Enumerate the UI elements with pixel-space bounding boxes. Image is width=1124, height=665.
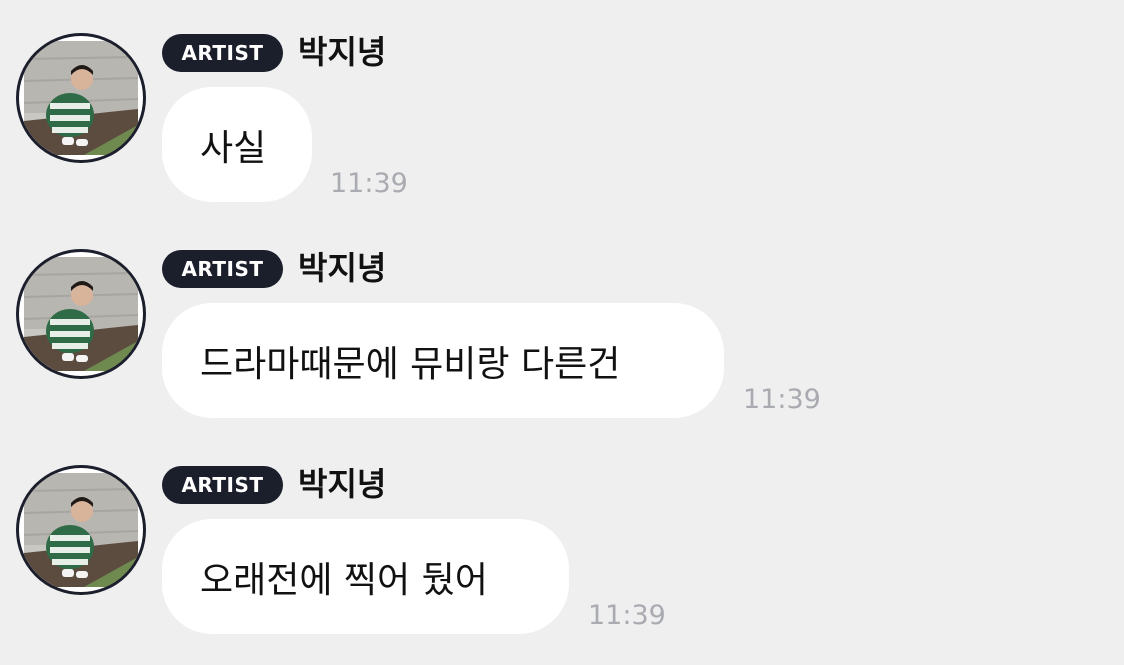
sender-name[interactable]: 박지녕 — [298, 462, 386, 506]
chat-message: ARTIST 박지녕 드라마때문에 뮤비랑 다른건 11:39 — [0, 216, 1124, 418]
chat-message: ARTIST 박지녕 사실 11:39 — [0, 0, 1124, 202]
message-time: 11:39 — [330, 168, 408, 199]
message-bubble[interactable]: 드라마때문에 뮤비랑 다른건 — [162, 303, 724, 418]
sender-name[interactable]: 박지녕 — [298, 30, 386, 74]
sender-name[interactable]: 박지녕 — [298, 246, 386, 290]
avatar[interactable] — [16, 33, 146, 163]
avatar[interactable] — [16, 465, 146, 595]
artist-badge: ARTIST — [162, 250, 283, 288]
avatar-photo-icon — [24, 473, 138, 587]
message-bubble[interactable]: 사실 — [162, 87, 312, 202]
chat-message: ARTIST 박지녕 오래전에 찍어 뒀어 11:39 — [0, 432, 1124, 634]
message-time: 11:39 — [743, 384, 821, 415]
artist-badge: ARTIST — [162, 466, 283, 504]
message-time: 11:39 — [588, 600, 666, 631]
avatar-photo-icon — [24, 257, 138, 371]
avatar-photo-icon — [24, 41, 138, 155]
artist-badge: ARTIST — [162, 34, 283, 72]
avatar[interactable] — [16, 249, 146, 379]
message-bubble[interactable]: 오래전에 찍어 뒀어 — [162, 519, 569, 634]
